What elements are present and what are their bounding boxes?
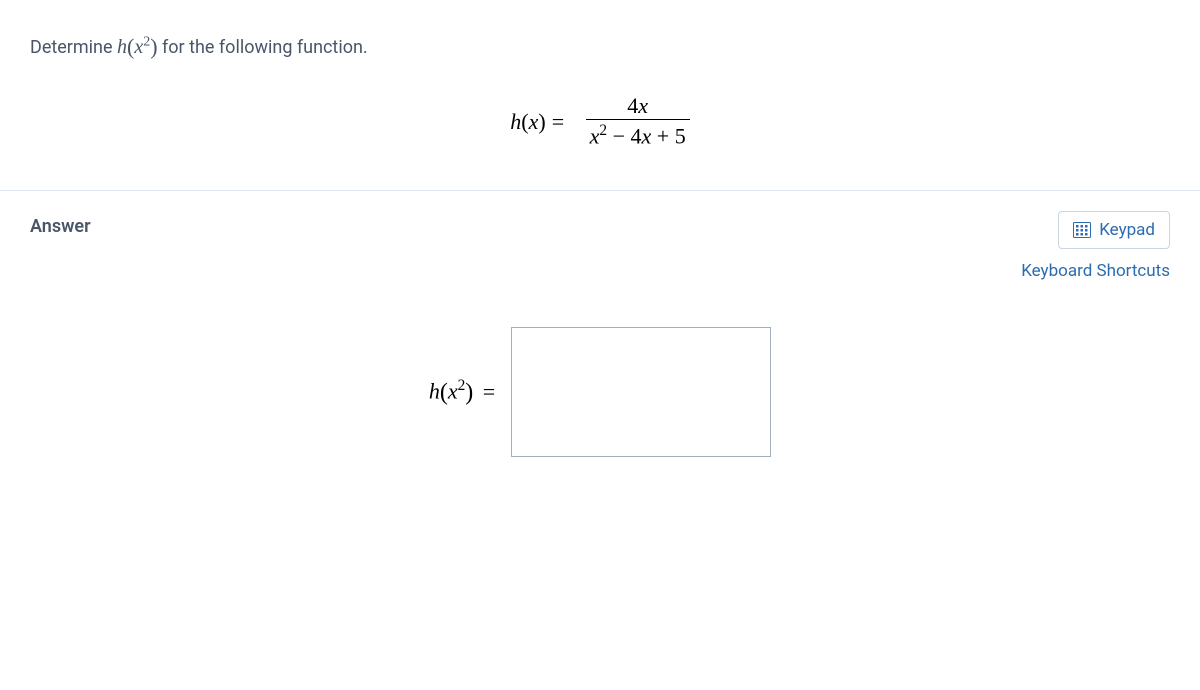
section-divider: [0, 190, 1200, 191]
fraction-numerator: 4x: [586, 93, 690, 119]
keypad-button[interactable]: Keypad: [1058, 211, 1170, 249]
keypad-button-label: Keypad: [1099, 220, 1155, 240]
function-fraction: 4x x2 − 4x + 5: [586, 93, 690, 150]
fraction-denominator: x2 − 4x + 5: [586, 119, 690, 150]
answer-input[interactable]: [511, 327, 771, 457]
question-prefix: Determine: [30, 37, 117, 58]
question-prompt: Determine h(x2) for the following functi…: [30, 30, 1170, 63]
answer-input-lhs: h(x2) =: [429, 377, 499, 406]
question-suffix: for the following function.: [158, 37, 368, 58]
answer-heading: Answer: [30, 216, 91, 237]
keypad-icon: [1073, 222, 1091, 238]
question-target-expression: h(x2): [117, 36, 158, 58]
function-lhs: h(x)=: [510, 109, 570, 135]
keyboard-shortcuts-link[interactable]: Keyboard Shortcuts: [1021, 261, 1170, 281]
function-definition: h(x)= 4x x2 − 4x + 5: [30, 93, 1170, 150]
